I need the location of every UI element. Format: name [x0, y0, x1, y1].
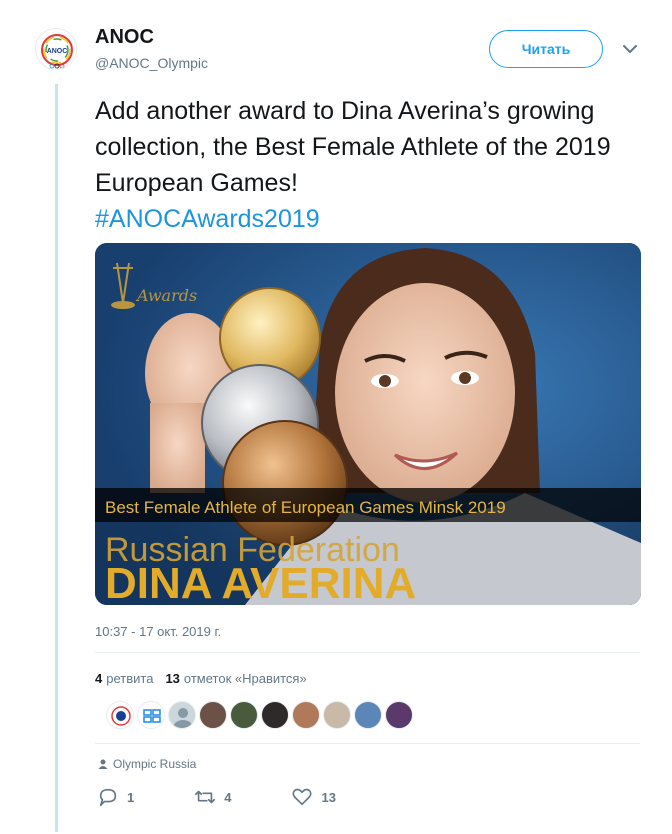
heart-icon [292, 788, 312, 806]
like-count: 13 [321, 789, 336, 805]
account-handle[interactable]: @ANOC_Olympic [95, 55, 208, 71]
liker-avatar[interactable] [137, 701, 165, 729]
divider-top [95, 652, 640, 653]
retweets-stat[interactable]: 4 ретвита [95, 671, 153, 686]
liker-avatars [106, 701, 413, 729]
liker-avatar[interactable] [354, 701, 382, 729]
tweet-text: Add another award to Dina Averina’s grow… [95, 93, 640, 237]
reply-count: 1 [127, 789, 135, 805]
retweets-count: 4 [95, 671, 103, 686]
like-button[interactable]: 13 [291, 786, 336, 808]
liker-avatar[interactable] [292, 701, 320, 729]
engagement-stats: 4 ретвита 13 отметок «Нравится» [95, 671, 307, 686]
tweet-body: Add another award to Dina Averina’s grow… [95, 97, 611, 197]
avatar-text: ANOC [47, 48, 68, 55]
retweets-label: ретвита [106, 671, 154, 686]
tweet-timestamp[interactable]: 10:37 - 17 окт. 2019 г. [95, 624, 221, 639]
liker-avatar[interactable] [385, 701, 413, 729]
liker-avatar-default[interactable] [168, 701, 196, 729]
retweet-button[interactable]: 4 [194, 786, 231, 808]
media-caption-line: Best Female Athlete of European Games Mi… [105, 498, 506, 517]
likes-stat[interactable]: 13 отметок «Нравится» [165, 671, 306, 686]
retweet-count: 4 [224, 789, 232, 805]
liker-avatar[interactable] [323, 701, 351, 729]
anoc-logo-icon: ANOC [41, 34, 73, 69]
divider-middle [95, 743, 640, 744]
awards-logo-text: Awards [135, 286, 197, 305]
avatar[interactable]: ANOC [35, 28, 77, 70]
retweet-icon [195, 790, 216, 804]
person-icon [98, 759, 108, 769]
chevron-down-icon[interactable] [620, 39, 640, 59]
thread-connector-line [55, 84, 58, 832]
likes-count: 13 [165, 671, 180, 686]
source-context[interactable]: Olympic Russia [97, 757, 196, 771]
liker-avatar[interactable] [261, 701, 289, 729]
hashtag-link[interactable]: #ANOCAwards2019 [95, 205, 320, 233]
likes-label: отметок «Нравится» [183, 671, 307, 686]
media-illustration: Awards Best Female Athlete of European G… [95, 243, 641, 605]
liker-avatar[interactable] [106, 701, 134, 729]
liker-avatar[interactable] [230, 701, 258, 729]
tweet-actions: 1 4 13 [97, 786, 396, 808]
media-athlete-name: DINA AVERINA [105, 559, 416, 605]
tweet-media-image[interactable]: Awards Best Female Athlete of European G… [95, 243, 641, 605]
account-name[interactable]: ANOC [95, 26, 154, 49]
reply-icon [99, 788, 117, 807]
reply-button[interactable]: 1 [97, 786, 134, 808]
liker-avatar[interactable] [199, 701, 227, 729]
source-label: Olympic Russia [113, 757, 197, 771]
follow-button[interactable]: Читать [489, 30, 603, 68]
